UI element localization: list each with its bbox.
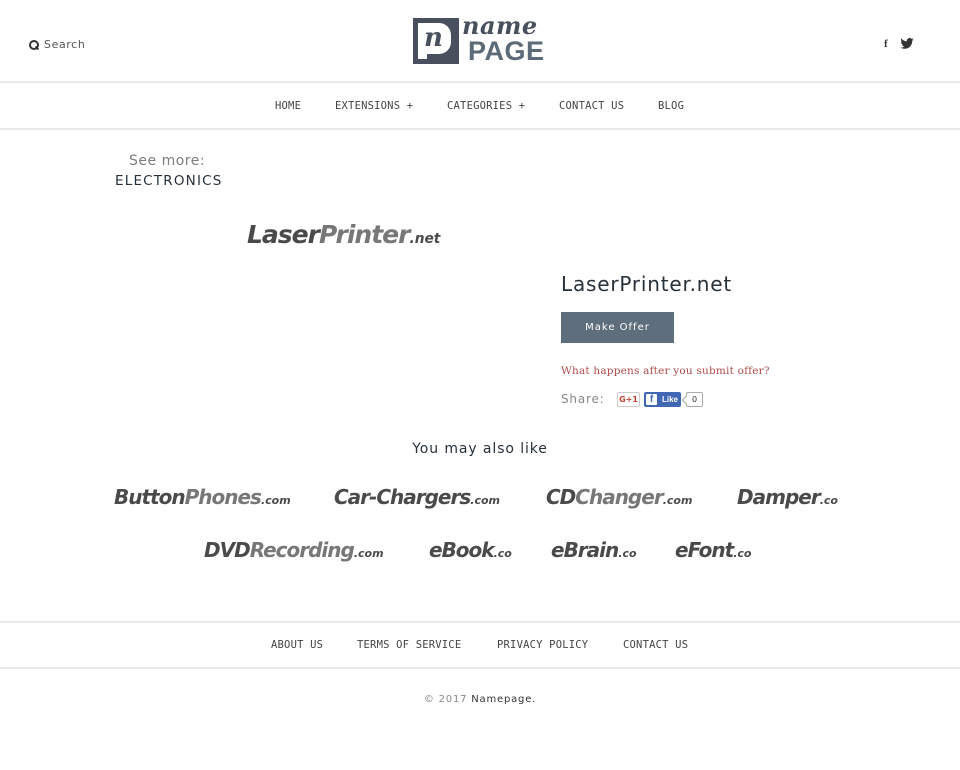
recommendations-heading: You may also like bbox=[412, 441, 548, 457]
copyright-year: © 2017 bbox=[423, 694, 468, 705]
recommended-domain[interactable]: eBook.co bbox=[429, 538, 512, 562]
category-link[interactable]: ELECTRONICS bbox=[115, 173, 223, 189]
domain-logo: LaserPrinter.net bbox=[247, 220, 441, 249]
nav-contact-us[interactable]: CONTACT US bbox=[559, 100, 624, 112]
logo-monogram: n bbox=[413, 18, 459, 64]
copyright: © 2017 Namepage. bbox=[0, 694, 960, 705]
offer-info-link[interactable]: What happens after you submit offer? bbox=[561, 365, 770, 377]
see-more-label: See more: bbox=[129, 153, 206, 169]
make-offer-button[interactable]: Make Offer bbox=[561, 312, 674, 343]
main-nav: HOME EXTENSIONS + CATEGORIES + CONTACT U… bbox=[0, 83, 960, 130]
site-header: Search n name PAGE f bbox=[0, 0, 960, 83]
recommended-domain[interactable]: Damper.co bbox=[737, 485, 838, 509]
recommended-domain[interactable]: eFont.co bbox=[675, 538, 751, 562]
nav-home[interactable]: HOME bbox=[275, 100, 301, 112]
footer-link-contact-us[interactable]: CONTACT US bbox=[623, 639, 688, 651]
facebook-like-label: Like bbox=[662, 395, 679, 404]
footer-link-terms[interactable]: TERMS OF SERVICE bbox=[357, 639, 461, 651]
logo-monogram-letter: n bbox=[424, 23, 443, 53]
search-icon bbox=[29, 39, 39, 50]
facebook-like-count: 0 bbox=[686, 392, 703, 407]
facebook-icon[interactable]: f bbox=[884, 38, 888, 50]
site-logo[interactable]: n name PAGE bbox=[413, 11, 549, 66]
facebook-icon: f bbox=[646, 394, 657, 405]
footer-link-about-us[interactable]: ABOUT US bbox=[271, 639, 323, 651]
recommended-domain[interactable]: Car-Chargers.com bbox=[334, 485, 500, 509]
nav-categories[interactable]: CATEGORIES + bbox=[447, 100, 525, 112]
facebook-like-button[interactable]: f Like bbox=[644, 392, 681, 407]
search-input[interactable]: Search bbox=[29, 38, 85, 51]
domain-title: LaserPrinter.net bbox=[561, 272, 733, 296]
search-placeholder: Search bbox=[44, 38, 86, 51]
recommended-domain[interactable]: eBrain.co bbox=[551, 538, 637, 562]
copyright-brand-link[interactable]: Namepage. bbox=[471, 694, 536, 705]
recommended-domain[interactable]: CDChanger.com bbox=[546, 485, 692, 509]
recommended-domain[interactable]: ButtonPhones.com bbox=[114, 485, 291, 509]
share-label: Share: bbox=[561, 392, 605, 406]
logo-text-page: PAGE bbox=[468, 36, 545, 66]
recommended-domain[interactable]: DVDRecording.com bbox=[204, 538, 384, 562]
google-plus-button[interactable]: G+1 bbox=[617, 392, 640, 407]
twitter-icon[interactable] bbox=[900, 38, 914, 49]
nav-blog[interactable]: BLOG bbox=[658, 100, 684, 112]
nav-extensions[interactable]: EXTENSIONS + bbox=[335, 100, 413, 112]
footer-link-privacy[interactable]: PRIVACY POLICY bbox=[497, 639, 588, 651]
footer-nav: ABOUT US TERMS OF SERVICE PRIVACY POLICY… bbox=[0, 621, 960, 669]
